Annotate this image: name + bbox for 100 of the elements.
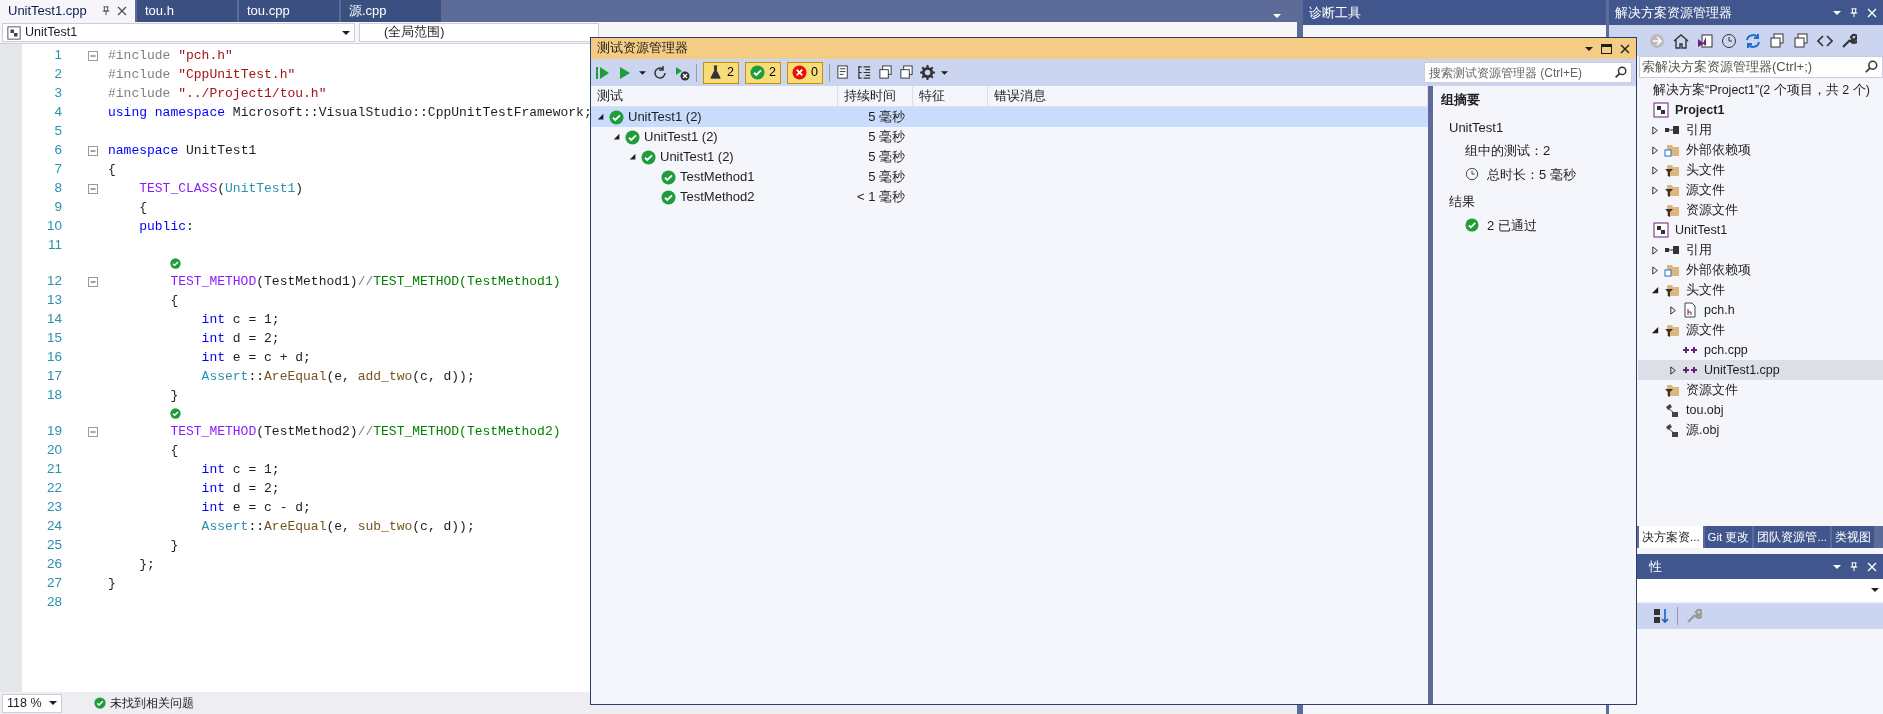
cancel-icon[interactable] [674, 64, 690, 81]
dropdown-icon[interactable] [1833, 10, 1841, 15]
editor-tab[interactable]: tou.h [137, 0, 237, 22]
collapse-icon[interactable] [88, 145, 98, 156]
copy-icon[interactable] [877, 65, 893, 80]
dropdown-icon[interactable] [1833, 564, 1841, 569]
tree-item[interactable]: 外部依赖项 [1638, 140, 1883, 160]
outcome-filter-button[interactable]: 2 [703, 61, 739, 84]
settings-icon[interactable] [1841, 32, 1857, 49]
dropdown-icon[interactable] [1585, 46, 1593, 51]
column-header[interactable]: 持续时间 [838, 86, 913, 106]
editor-tab[interactable]: tou.cpp [239, 0, 339, 22]
playlist-icon[interactable] [835, 65, 851, 80]
header-file-icon [1682, 302, 1698, 318]
test-row[interactable]: UnitTest1 (2) 5 毫秒 [591, 107, 1428, 127]
collapse-icon[interactable] [88, 276, 98, 287]
sync-icon[interactable] [1745, 32, 1761, 49]
copy-icon[interactable] [898, 65, 914, 80]
collapse-icon[interactable] [88, 426, 98, 437]
outcome-filter-button[interactable]: 2 [744, 61, 781, 84]
tree-item[interactable]: UnitTest1.cpp [1638, 360, 1883, 380]
close-icon[interactable] [1620, 43, 1630, 54]
expanded-icon[interactable] [1650, 285, 1660, 295]
collapsed-icon[interactable] [1668, 305, 1678, 315]
home-icon[interactable] [1673, 32, 1689, 49]
expanded-icon[interactable] [1650, 325, 1660, 335]
tree-item[interactable]: 源文件 [1638, 180, 1883, 200]
collapse-icon[interactable] [88, 50, 98, 61]
editor-tab[interactable]: UnitTest1.cpp [0, 0, 135, 22]
tree-item[interactable]: 外部依赖项 [1638, 260, 1883, 280]
search-icon[interactable] [1864, 60, 1878, 74]
panel-tab[interactable]: 团队资源管... [1754, 526, 1831, 548]
search-field[interactable]: 索解决方案资源管理器(Ctrl+;) [1639, 56, 1883, 78]
tree-item[interactable]: 解决方案“Project1”(2 个项目，共 2 个) [1638, 80, 1883, 100]
scope-dropdown[interactable]: (全局范围) [359, 23, 599, 42]
tree-item[interactable]: Project1 [1638, 100, 1883, 120]
panel-tab[interactable]: 类视图 [1832, 526, 1875, 548]
collapsed-icon[interactable] [1650, 145, 1660, 155]
tree-item[interactable]: 资源文件 [1638, 200, 1883, 220]
column-header[interactable]: 测试 [591, 86, 838, 106]
dropdown-icon[interactable] [1273, 14, 1281, 18]
zoom-dropdown[interactable]: 118 % [2, 693, 62, 713]
tree-item[interactable]: tou.obj [1638, 400, 1883, 420]
tree-item[interactable]: 源.obj [1638, 420, 1883, 440]
expanded-icon[interactable] [629, 153, 637, 161]
maximize-icon[interactable] [1601, 43, 1612, 54]
sort-icon[interactable] [1653, 608, 1669, 624]
tree-item[interactable]: 头文件 [1638, 280, 1883, 300]
test-row[interactable]: TestMethod1 5 毫秒 [591, 167, 1428, 187]
collapsed-icon[interactable] [1668, 365, 1678, 375]
test-row[interactable]: TestMethod2 < 1 毫秒 [591, 187, 1428, 207]
code-icon[interactable] [1817, 32, 1833, 49]
hierarchy-icon[interactable] [856, 65, 872, 80]
tree-item[interactable]: 头文件 [1638, 160, 1883, 180]
outcome-filter-button[interactable]: 0 [786, 61, 823, 84]
line-number: 25 [45, 536, 62, 555]
collapsed-icon[interactable] [1650, 125, 1660, 135]
column-header[interactable]: 特征 [913, 86, 988, 106]
collapse-icon[interactable] [88, 183, 98, 194]
tree-item[interactable]: UnitTest1 [1638, 220, 1883, 240]
test-passed-icon[interactable] [170, 258, 182, 269]
copy-icon[interactable] [1793, 32, 1809, 49]
code-line: Assert::AreEqual(e, add_two(c, d)); [200, 367, 475, 386]
search-icon[interactable] [1614, 66, 1627, 79]
tree-item[interactable]: 源文件 [1638, 320, 1883, 340]
panel-tab[interactable]: Git 更改 [1704, 526, 1753, 548]
total-duration: 总时长：5 毫秒 [1487, 165, 1576, 184]
code-line: int e = c - d; [200, 498, 311, 517]
tree-item[interactable]: pch.cpp [1638, 340, 1883, 360]
tree-item[interactable]: 资源文件 [1638, 380, 1883, 400]
tree-item[interactable]: 引用 [1638, 120, 1883, 140]
column-header[interactable]: 错误消息 [988, 86, 1428, 106]
repeat-icon[interactable] [652, 64, 668, 81]
solution-icon[interactable] [1697, 32, 1713, 49]
collapsed-icon[interactable] [1650, 185, 1660, 195]
collapsed-icon[interactable] [1650, 245, 1660, 255]
collapsed-icon[interactable] [1650, 165, 1660, 175]
caret-icon[interactable] [940, 70, 948, 75]
filter-folder-icon [1664, 182, 1680, 198]
pin-icon[interactable] [101, 5, 111, 17]
expanded-icon[interactable] [597, 113, 605, 121]
panel-tab[interactable]: 决方案资... [1639, 526, 1703, 548]
collapsed-icon[interactable] [1650, 265, 1660, 275]
tree-item[interactable]: pch.h [1638, 300, 1883, 320]
tree-item[interactable]: 引用 [1638, 240, 1883, 260]
test-name: UnitTest1 (2) [644, 128, 718, 147]
history-icon[interactable] [1721, 32, 1737, 49]
close-icon[interactable] [117, 6, 127, 16]
caret-icon[interactable] [639, 70, 646, 75]
settings-icon[interactable] [919, 65, 935, 80]
test-row[interactable]: UnitTest1 (2) 5 毫秒 [591, 147, 1428, 167]
code-line: { [108, 160, 116, 179]
class-dropdown[interactable]: UnitTest1 [2, 23, 355, 42]
test-row[interactable]: UnitTest1 (2) 5 毫秒 [591, 127, 1428, 147]
editor-tab[interactable]: 源.cpp [341, 0, 441, 22]
test-passed-icon[interactable] [170, 408, 182, 419]
expanded-icon[interactable] [613, 133, 621, 141]
code-line: using namespace Microsoft::VisualStudio::CppUnitTestFramework; [108, 103, 592, 122]
search-field[interactable]: 搜索测试资源管理器 (Ctrl+E) [1424, 62, 1632, 83]
code-line: Assert::AreEqual(e, sub_two(c, d)); [200, 517, 475, 536]
